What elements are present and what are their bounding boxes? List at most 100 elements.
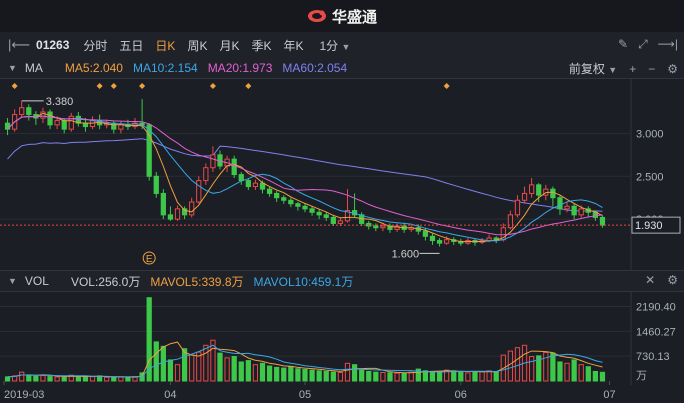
candle-body	[189, 201, 195, 216]
expand-panel-icon[interactable]: ⟶|	[658, 37, 678, 52]
pencil-icon[interactable]: ✎	[618, 37, 628, 52]
event-badge	[142, 251, 156, 265]
volume-bar	[472, 371, 478, 382]
candle-body	[224, 158, 230, 167]
collapse-panel-icon[interactable]: |⟵	[8, 37, 30, 53]
vol-unit-label: 万	[636, 370, 647, 382]
x-tick-label: 06	[455, 389, 467, 401]
mavol5-line	[7, 341, 603, 378]
candle-body	[444, 239, 450, 244]
candle-body	[543, 188, 549, 196]
app-title: 华盛通	[331, 8, 377, 26]
candle-body	[266, 188, 273, 194]
period-tab-2[interactable]: 日K	[155, 37, 175, 54]
adjust-select[interactable]: 前复权 ▼	[569, 60, 617, 77]
ma60-line	[7, 138, 603, 212]
candle-body	[401, 225, 407, 230]
period-tab-1[interactable]: 五日	[119, 37, 143, 54]
candle-body	[61, 120, 67, 130]
candle-body	[118, 124, 124, 130]
x-tick-label: 04	[164, 389, 176, 401]
candle-body	[238, 174, 244, 182]
volume-bar	[266, 365, 273, 382]
volume-bar	[217, 352, 223, 382]
candle-body	[571, 205, 577, 216]
event-marker	[11, 83, 18, 89]
candle-body	[380, 225, 386, 229]
candle-body	[429, 235, 436, 242]
current-price-box	[631, 216, 681, 234]
ma5-legend: MA5:2.040	[64, 61, 123, 75]
candle-body	[4, 122, 11, 130]
event-marker	[139, 83, 146, 89]
period-tab-4[interactable]: 月K	[219, 37, 239, 54]
volume-bar	[281, 367, 287, 382]
volume-bar	[245, 360, 251, 382]
interval-select[interactable]: 1分 ▼	[320, 37, 351, 54]
volume-bar	[486, 370, 492, 382]
candle-body	[11, 114, 18, 130]
volume-bar	[210, 339, 216, 382]
minus-icon[interactable]: −	[648, 62, 655, 76]
volume-bar	[96, 375, 103, 382]
volume-bar	[181, 348, 188, 382]
volume-bar	[451, 370, 457, 382]
candle-body	[139, 122, 145, 126]
candle-body	[33, 114, 39, 119]
ma60-legend: MA60:2.054	[282, 61, 348, 75]
volume-bar	[479, 371, 485, 382]
collapse-arrow-icon[interactable]: ▼	[8, 276, 17, 286]
candle-body	[366, 222, 372, 227]
volume-bar	[359, 369, 365, 382]
volume-bar	[408, 371, 414, 382]
chevron-down-icon: ▼	[341, 41, 351, 52]
collapse-arrow-icon[interactable]: ▼	[8, 63, 17, 73]
vol-legend: VOL:256.0万	[70, 274, 141, 289]
volume-bar	[89, 376, 96, 382]
volume-bar	[196, 351, 202, 382]
volume-bar	[514, 347, 521, 382]
x-tick-label: 05	[299, 389, 311, 401]
volume-bar	[344, 362, 351, 382]
gear-icon[interactable]: ⚙	[667, 273, 678, 287]
volume-bar	[521, 344, 528, 382]
period-tab-3[interactable]: 周K	[187, 37, 207, 54]
volume-bar	[444, 369, 450, 382]
volume-bar	[592, 370, 599, 382]
gear-icon[interactable]: ⚙	[667, 62, 678, 76]
add-indicator-icon[interactable]: +	[629, 62, 636, 76]
candle-body	[217, 154, 223, 167]
candle-body	[167, 214, 174, 220]
period-tab-0[interactable]: 分时	[83, 37, 107, 54]
volume-bar	[309, 369, 315, 382]
fullscreen-icon[interactable]: ⤢	[638, 37, 648, 52]
candle-body	[245, 180, 251, 188]
period-tab-5[interactable]: 季K	[251, 37, 271, 54]
candle-body	[160, 192, 166, 216]
volume-bar	[259, 362, 266, 382]
period-tab-6[interactable]: 年K	[283, 37, 303, 54]
volume-bar	[174, 364, 181, 382]
volume-bar	[68, 374, 74, 382]
high-marker-label: 3.380	[46, 96, 74, 108]
candle-body	[181, 208, 188, 216]
volume-bar	[373, 371, 379, 382]
candle-body	[585, 208, 591, 213]
candle-body	[323, 214, 329, 218]
volume-bar	[288, 366, 294, 382]
volume-bar	[40, 375, 46, 382]
candle-body	[500, 227, 506, 241]
ma20-legend: MA20:1.973	[207, 61, 273, 75]
volume-bar	[536, 355, 542, 382]
brand: 华盛通	[307, 6, 377, 27]
volume-bar	[465, 372, 471, 382]
ma-legend-bar: ▼ MA MA5:2.040 MA10:2.154 MA20:1.973 MA6…	[0, 58, 684, 79]
volume-bar	[571, 359, 577, 382]
volume-bar	[366, 370, 372, 382]
candle-body	[486, 237, 492, 242]
close-icon[interactable]: ✕	[645, 273, 655, 287]
volume-bar	[224, 357, 230, 382]
volume-bar	[118, 376, 124, 382]
candle-body	[309, 208, 315, 213]
candle-body	[96, 120, 103, 126]
